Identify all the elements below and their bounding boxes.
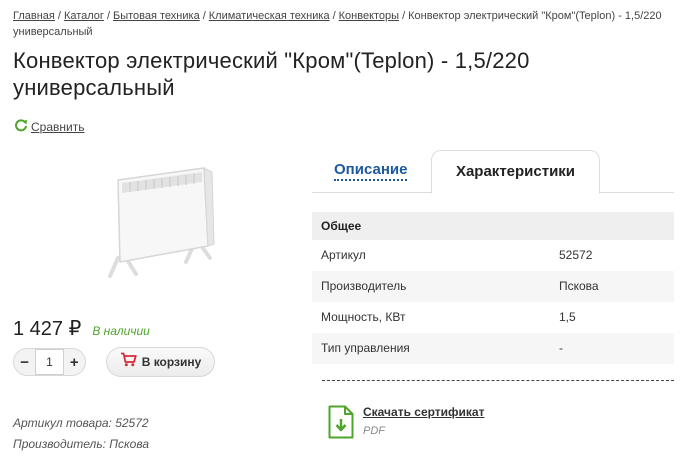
compare-label: Сравнить: [31, 119, 85, 134]
table-row: Производитель Пскова: [312, 271, 674, 302]
tab-description[interactable]: Описание: [334, 161, 408, 181]
breadcrumb: Главная / Каталог / Бытовая техника / Климатич…: [13, 10, 662, 38]
decrease-button[interactable]: −: [14, 354, 35, 371]
download-certificate-link[interactable]: Скачать сертификат: [363, 405, 484, 419]
refresh-icon: [14, 118, 28, 135]
add-to-cart-label: В корзину: [141, 355, 202, 369]
tab-characteristics[interactable]: Характеристики: [431, 150, 600, 194]
table-row: Артикул 52572: [312, 240, 674, 271]
file-format-label: PDF: [363, 425, 385, 437]
table-row: Мощность, КВт 1,5: [312, 302, 674, 333]
price-row: 1 427 ₽ В наличии: [13, 316, 150, 341]
quantity-input[interactable]: 1: [35, 349, 64, 375]
divider: [322, 380, 674, 381]
spec-value: 52572: [559, 248, 593, 262]
tabs: Описание Характеристики: [312, 150, 674, 194]
breadcrumb-link-home[interactable]: Главная: [13, 10, 55, 22]
stock-status: В наличии: [92, 324, 150, 338]
breadcrumb-link-household[interactable]: Бытовая техника: [113, 10, 200, 22]
spec-key: Производитель: [321, 279, 407, 293]
spec-key: Мощность, КВт: [321, 310, 406, 324]
price: 1 427 ₽: [13, 318, 82, 340]
table-row: Тип управления -: [312, 333, 674, 364]
spec-value: Пскова: [559, 279, 599, 293]
breadcrumb-link-convectors[interactable]: Конвекторы: [339, 10, 399, 22]
add-to-cart-button[interactable]: В корзину: [106, 347, 215, 377]
increase-button[interactable]: +: [64, 354, 85, 371]
compare-link[interactable]: Сравнить: [14, 118, 84, 135]
breadcrumb-link-catalog[interactable]: Каталог: [64, 10, 104, 22]
breadcrumb-link-climate[interactable]: Климатическая техника: [209, 10, 330, 22]
manufacturer-info: Производитель: Пскова: [13, 437, 150, 451]
certificate-download: Скачать сертификат PDF: [328, 405, 484, 444]
page-title: Конвектор электрический "Кром"(Teplon) -…: [13, 48, 530, 100]
specs-table: Общее Артикул 52572 Производитель Пскова…: [312, 212, 674, 364]
pdf-file-icon[interactable]: [328, 405, 354, 444]
cart-icon: [120, 352, 137, 372]
article-info: Артикул товара: 52572: [13, 416, 149, 430]
quantity-stepper: − 1 +: [13, 348, 86, 376]
spec-value: 1,5: [559, 310, 576, 324]
product-image[interactable]: [100, 162, 220, 280]
specs-group-header: Общее: [312, 212, 674, 240]
spec-value: -: [559, 341, 563, 355]
spec-key: Тип управления: [321, 341, 410, 355]
spec-key: Артикул: [321, 248, 366, 262]
